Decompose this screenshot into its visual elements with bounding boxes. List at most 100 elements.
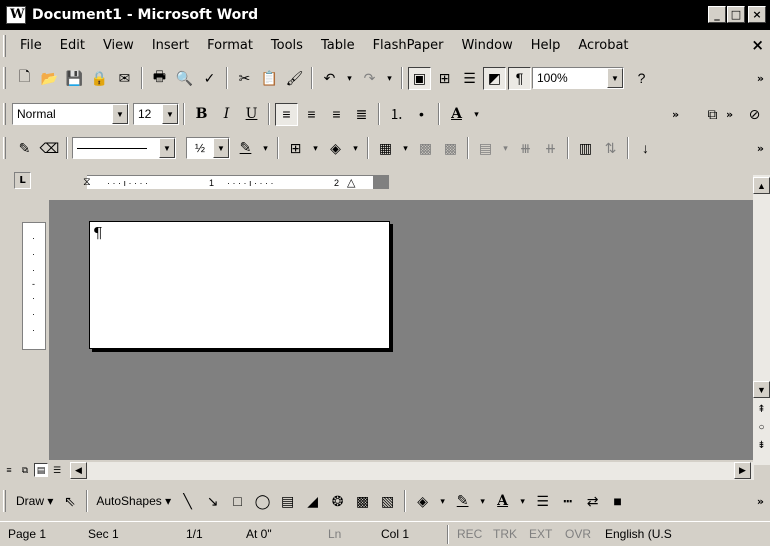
drawing-icon[interactable]: ◩ xyxy=(483,66,506,90)
toolbar-options-icon[interactable]: » xyxy=(757,495,764,508)
line-icon[interactable]: ╲ xyxy=(176,490,199,513)
numbering-icon[interactable]: ⒈ xyxy=(385,103,408,126)
border-color-dropdown-icon[interactable]: ▾ xyxy=(259,137,272,160)
toolbar-options-icon[interactable]: » xyxy=(672,108,679,121)
format-painter-icon[interactable]: 🖌 xyxy=(283,67,306,90)
clip-art-icon[interactable]: ▩ xyxy=(351,490,374,513)
menu-edit[interactable]: Edit xyxy=(52,38,95,53)
split-cells-icon[interactable]: ▩ xyxy=(439,137,462,160)
toolbar-grip[interactable] xyxy=(3,490,6,512)
menu-acrobat[interactable]: Acrobat xyxy=(570,38,638,53)
select-objects-icon[interactable]: ⇖ xyxy=(58,490,81,513)
scroll-up-icon[interactable]: ▲ xyxy=(753,177,770,194)
next-page-icon[interactable]: ⇟ xyxy=(753,437,770,454)
toolbar-options-icon[interactable]: » xyxy=(757,72,764,85)
print-icon[interactable]: 🖶 xyxy=(148,67,171,90)
horizontal-scrollbar[interactable]: ◀ ▶ xyxy=(70,462,754,480)
spelling-icon[interactable]: ✓ xyxy=(198,67,221,90)
bold-button[interactable]: B xyxy=(190,103,213,126)
toolbar-grip[interactable] xyxy=(3,137,6,159)
pdf-icon[interactable]: ⧉ xyxy=(701,103,724,126)
status-ext[interactable]: EXT xyxy=(521,527,557,541)
arrow-style-icon[interactable]: ⇄ xyxy=(581,490,604,513)
autoshapes-menu-button[interactable]: AutoShapes ▾ xyxy=(92,494,175,508)
right-indent-icon[interactable]: △ xyxy=(347,176,355,189)
line-weight-select[interactable]: ½ ▼ xyxy=(186,137,230,159)
align-cell-dropdown-icon[interactable]: ▾ xyxy=(499,137,512,160)
align-cell-icon[interactable]: ▤ xyxy=(474,137,497,160)
underline-button[interactable]: U xyxy=(240,103,263,126)
font-size-select[interactable]: 12 ▼ xyxy=(133,103,179,125)
minimize-button[interactable]: _ xyxy=(708,6,726,23)
chevron-down-icon[interactable]: ▼ xyxy=(159,138,175,158)
status-language[interactable]: English (U.S xyxy=(597,527,693,541)
print-layout-icon[interactable]: ▤ xyxy=(34,463,48,477)
toolbar-grip[interactable] xyxy=(3,103,6,125)
redo-icon[interactable]: ↷ xyxy=(358,67,381,90)
chevron-down-icon[interactable]: ▼ xyxy=(213,138,229,158)
wordart-icon[interactable]: ◢ xyxy=(301,490,324,513)
text-direction-icon[interactable]: ⇅ xyxy=(599,137,622,160)
insert-table-icon[interactable]: ⊞ xyxy=(433,67,456,90)
eraser-icon[interactable]: ⌫ xyxy=(38,137,61,160)
chevron-down-icon[interactable]: ▼ xyxy=(162,104,178,124)
border-color-icon[interactable]: ✎ xyxy=(234,137,257,160)
borders-dropdown-icon[interactable]: ▾ xyxy=(309,137,322,160)
menu-help[interactable]: Help xyxy=(523,38,571,53)
insert-table-dropdown-icon[interactable]: ▾ xyxy=(399,137,412,160)
toolbar-grip[interactable] xyxy=(3,34,6,57)
line-color-dropdown-icon[interactable]: ▾ xyxy=(476,490,489,513)
menu-flashpaper[interactable]: FlashPaper xyxy=(365,38,454,53)
scroll-down-icon[interactable]: ▼ xyxy=(753,381,770,398)
show-formatting-icon[interactable]: ¶ xyxy=(508,66,531,90)
toolbar-options-icon[interactable]: » xyxy=(757,142,764,155)
rectangle-icon[interactable]: □ xyxy=(226,490,249,513)
zoom-select[interactable]: 100% ▼ xyxy=(532,67,624,89)
chevron-down-icon[interactable]: ▼ xyxy=(607,68,623,88)
menu-window[interactable]: Window xyxy=(453,38,522,53)
font-color-icon[interactable]: A xyxy=(491,490,514,513)
fill-color-icon[interactable]: ◈ xyxy=(411,490,434,513)
sort-ascending-icon[interactable]: ↓ xyxy=(634,137,657,160)
menu-view[interactable]: View xyxy=(95,38,144,53)
align-center-icon[interactable]: ≡ xyxy=(300,103,323,126)
vertical-ruler[interactable]: · · · - · · · xyxy=(22,222,46,350)
status-trk[interactable]: TRK xyxy=(485,527,521,541)
align-right-icon[interactable]: ≡ xyxy=(325,103,348,126)
menu-file[interactable]: File xyxy=(12,38,52,53)
insert-table-icon[interactable]: ▦ xyxy=(374,137,397,160)
arrow-icon[interactable]: ↘ xyxy=(201,490,224,513)
status-rec[interactable]: REC xyxy=(449,527,485,541)
borders-icon[interactable]: ⊞ xyxy=(284,137,307,160)
line-style-icon[interactable]: ☰ xyxy=(531,490,554,513)
line-style-select[interactable]: ▼ xyxy=(72,137,176,159)
tab-selector-button[interactable]: L xyxy=(14,172,31,189)
toolbar-options-icon[interactable]: » xyxy=(726,108,733,121)
scroll-right-icon[interactable]: ▶ xyxy=(734,462,751,479)
shading-dropdown-icon[interactable]: ▾ xyxy=(349,137,362,160)
line-color-icon[interactable]: ✎ xyxy=(451,490,474,513)
paste-icon[interactable]: 📋 xyxy=(258,67,281,90)
menu-tools[interactable]: Tools xyxy=(263,38,313,53)
undo-dropdown-icon[interactable]: ▾ xyxy=(343,67,356,90)
new-document-icon[interactable]: 🗋 xyxy=(13,67,36,90)
maximize-button[interactable]: □ xyxy=(727,6,745,23)
open-folder-icon[interactable]: 📂 xyxy=(38,67,61,90)
first-line-indent-icon[interactable]: ⧖ xyxy=(83,176,91,189)
menu-table[interactable]: Table xyxy=(313,38,365,53)
web-layout-icon[interactable]: ⧉ xyxy=(18,463,32,477)
style-select[interactable]: Normal ▼ xyxy=(12,103,129,125)
vertical-scrollbar[interactable]: ▲ ▼ ⇞ ○ ⇟ xyxy=(753,175,770,465)
distribute-rows-icon[interactable]: ⧻ xyxy=(514,137,537,160)
text-box-icon[interactable]: ▤ xyxy=(276,490,299,513)
columns-icon[interactable]: ☰ xyxy=(458,67,481,90)
select-browse-object-icon[interactable]: ○ xyxy=(753,419,770,436)
menu-format[interactable]: Format xyxy=(199,38,263,53)
italic-button[interactable]: I xyxy=(215,103,238,126)
shadow-style-icon[interactable]: ■ xyxy=(606,490,629,513)
table-autoformat-icon[interactable]: ▥ xyxy=(574,137,597,160)
permission-icon[interactable]: 🔒 xyxy=(88,67,111,90)
status-ovr[interactable]: OVR xyxy=(557,527,597,541)
insert-picture-icon[interactable]: ▧ xyxy=(376,490,399,513)
font-color-dropdown-icon[interactable]: ▾ xyxy=(470,103,483,126)
